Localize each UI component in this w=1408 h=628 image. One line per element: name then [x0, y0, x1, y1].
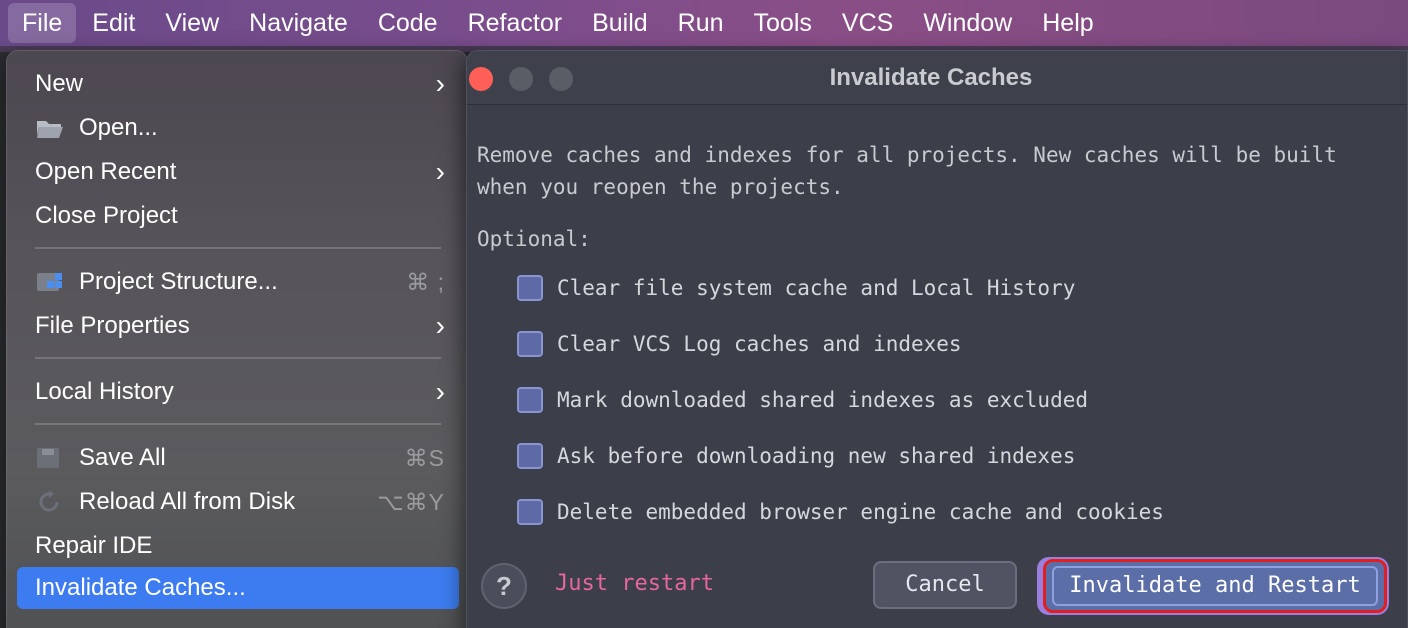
project-structure-icon — [35, 270, 65, 294]
shortcut-hint: ⌘S — [404, 445, 445, 471]
option-ask-before-downloading[interactable]: Ask before downloading new shared indexe… — [517, 441, 1075, 471]
chevron-right-icon: › — [435, 68, 445, 99]
menu-divider — [35, 247, 441, 249]
option-clear-file-system-cache[interactable]: Clear file system cache and Local Histor… — [517, 273, 1075, 303]
menu-item-reload-all[interactable]: Reload All from Disk ⌥⌘Y — [17, 481, 459, 523]
folder-icon — [35, 116, 65, 140]
menu-refactor[interactable]: Refactor — [454, 3, 576, 43]
dialog-title: Invalidate Caches — [829, 64, 1033, 91]
chevron-right-icon: › — [435, 310, 445, 341]
menu-item-label: Reload All from Disk — [79, 488, 296, 515]
chevron-right-icon: › — [435, 156, 445, 187]
option-label: Clear file system cache and Local Histor… — [557, 276, 1076, 300]
menu-item-new[interactable]: New › — [17, 63, 459, 105]
cancel-button[interactable]: Cancel — [873, 561, 1017, 609]
menu-help[interactable]: Help — [1028, 3, 1107, 43]
menu-file[interactable]: File — [8, 3, 77, 43]
menu-edit[interactable]: Edit — [78, 3, 149, 43]
menu-code[interactable]: Code — [364, 3, 452, 43]
menu-build[interactable]: Build — [578, 3, 662, 43]
menu-item-label: Project Structure... — [79, 268, 278, 295]
menu-item-save-all[interactable]: Save All ⌘S — [17, 437, 459, 479]
menu-vcs[interactable]: VCS — [828, 3, 907, 43]
chevron-right-icon: › — [435, 376, 445, 407]
menu-tools[interactable]: Tools — [740, 3, 826, 43]
invalidate-caches-dialog: Invalidate Caches Remove caches and inde… — [466, 50, 1408, 628]
menu-bar: File Edit View Navigate Code Refactor Bu… — [0, 0, 1408, 46]
menu-item-label: Close Project — [35, 202, 178, 229]
menu-navigate[interactable]: Navigate — [235, 3, 362, 43]
menu-item-label: Local History — [35, 378, 174, 405]
option-label: Delete embedded browser engine cache and… — [557, 500, 1164, 524]
menu-divider — [35, 423, 441, 425]
menu-item-repair-ide[interactable]: Repair IDE — [17, 525, 459, 567]
checkbox[interactable] — [517, 275, 543, 301]
menu-item-local-history[interactable]: Local History › — [17, 371, 459, 413]
option-mark-shared-indexes-excluded[interactable]: Mark downloaded shared indexes as exclud… — [517, 385, 1088, 415]
shortcut-hint: ⌥⌘Y — [377, 489, 445, 515]
option-delete-browser-cache[interactable]: Delete embedded browser engine cache and… — [517, 497, 1164, 527]
shortcut-hint: ⌘ ; — [406, 269, 445, 295]
option-label: Mark downloaded shared indexes as exclud… — [557, 388, 1089, 412]
checkbox[interactable] — [517, 331, 543, 357]
menu-item-label: Invalidate Caches... — [35, 574, 246, 601]
menu-item-label: Repair IDE — [35, 532, 153, 559]
checkbox[interactable] — [517, 387, 543, 413]
checkbox[interactable] — [517, 443, 543, 469]
menu-divider — [35, 357, 441, 359]
option-label: Ask before downloading new shared indexe… — [557, 444, 1076, 468]
reload-icon — [35, 490, 65, 514]
help-icon[interactable]: ? — [481, 563, 527, 609]
menu-item-file-properties[interactable]: File Properties › — [17, 305, 459, 347]
menu-run[interactable]: Run — [664, 3, 738, 43]
menu-item-label: Save All — [79, 444, 166, 471]
description-line: when you reopen the projects. — [477, 175, 844, 199]
dialog-titlebar: Invalidate Caches — [467, 51, 1407, 105]
description-line: Remove caches and indexes for all projec… — [477, 143, 1337, 167]
menu-item-label: File Properties — [35, 312, 190, 339]
menu-item-close-project[interactable]: Close Project — [17, 195, 459, 237]
menu-item-open[interactable]: Open... — [17, 107, 459, 149]
just-restart-link[interactable]: Just restart — [555, 571, 714, 596]
file-menu-dropdown: New › Open... Open Recent › Close Projec… — [6, 50, 468, 628]
menu-item-open-recent[interactable]: Open Recent › — [17, 151, 459, 193]
option-clear-vcs-log[interactable]: Clear VCS Log caches and indexes — [517, 329, 962, 359]
option-label: Clear VCS Log caches and indexes — [557, 332, 962, 356]
menu-window[interactable]: Window — [909, 3, 1026, 43]
invalidate-and-restart-button[interactable]: Invalidate and Restart — [1043, 559, 1387, 613]
checkbox[interactable] — [517, 499, 543, 525]
menu-item-label: New — [35, 70, 84, 97]
menu-item-project-structure[interactable]: Project Structure... ⌘ ; — [17, 261, 459, 303]
menu-item-invalidate-caches[interactable]: Invalidate Caches... — [17, 567, 459, 609]
menu-item-label: Open... — [79, 114, 158, 141]
menu-view[interactable]: View — [151, 3, 233, 43]
menu-item-label: Open Recent — [35, 158, 177, 185]
save-icon — [35, 446, 65, 470]
dialog-description: Remove caches and indexes for all projec… — [477, 139, 1377, 203]
optional-label: Optional: — [477, 227, 591, 251]
button-inner-border — [1052, 566, 1378, 606]
